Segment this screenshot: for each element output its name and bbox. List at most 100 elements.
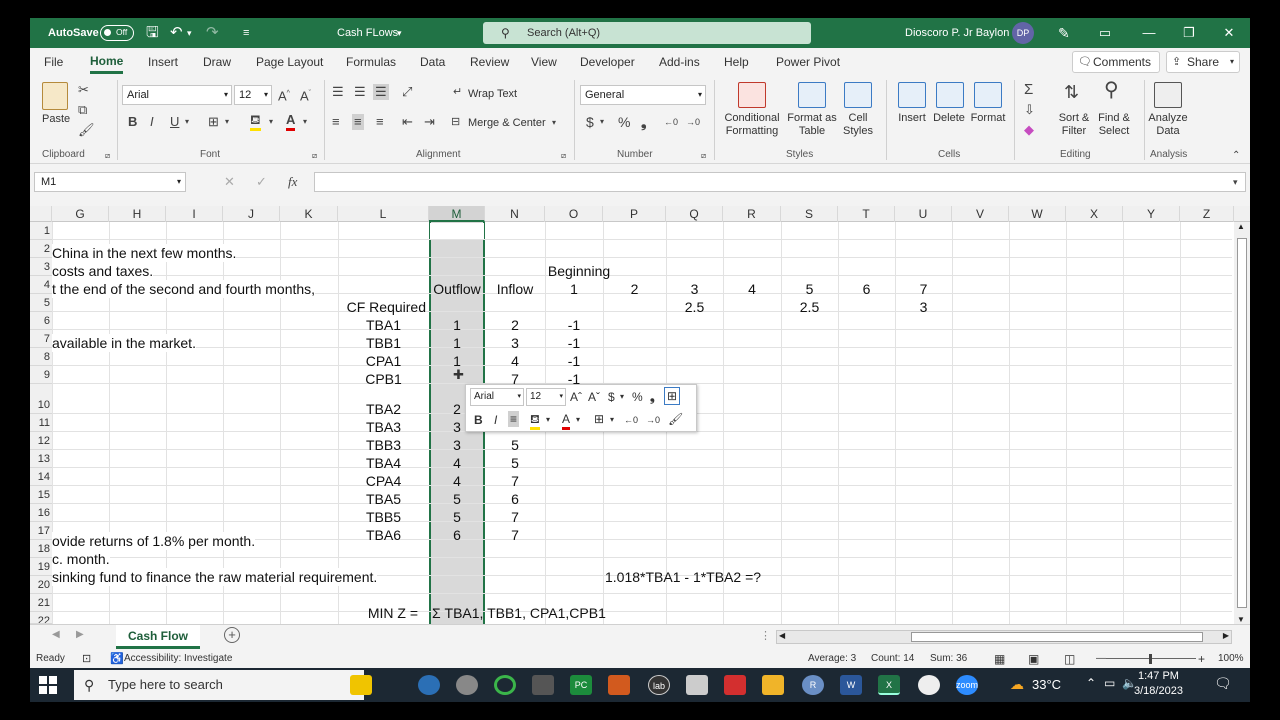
- photos-icon[interactable]: [686, 675, 708, 695]
- format-as-table-button[interactable]: Format as Table: [786, 112, 838, 138]
- cell-q5[interactable]: 2.5: [666, 298, 723, 316]
- scroll-down-icon[interactable]: ▼: [1237, 615, 1245, 624]
- decrease-indent-icon[interactable]: ⇤: [402, 114, 413, 130]
- decrease-decimal-icon[interactable]: →0: [686, 114, 700, 130]
- borders-icon[interactable]: ⊞: [208, 114, 219, 130]
- pycharm-icon[interactable]: PC: [570, 675, 592, 695]
- instrument-name[interactable]: TBB1: [338, 334, 429, 352]
- fill-color-icon[interactable]: ⛾: [250, 112, 261, 131]
- insert-cells-icon[interactable]: [898, 82, 926, 108]
- cell-m4[interactable]: Outflow: [429, 280, 485, 298]
- align-top-icon[interactable]: ☰: [332, 84, 344, 100]
- cell-p4[interactable]: 2: [603, 280, 666, 298]
- normal-view-icon[interactable]: ▦: [994, 650, 1005, 668]
- format-cells-icon[interactable]: [974, 82, 1002, 108]
- mini-center-icon[interactable]: ≡: [508, 411, 520, 427]
- name-box[interactable]: M1 ▾: [34, 172, 186, 192]
- italic-icon[interactable]: I: [150, 114, 154, 130]
- row-header[interactable]: 17: [30, 522, 52, 540]
- share-button[interactable]: ⇪ Share ▾: [1166, 51, 1240, 73]
- tray-chevron-icon[interactable]: ⌃: [1086, 676, 1096, 690]
- row-header[interactable]: 16: [30, 504, 52, 522]
- number-format-select[interactable]: General ▾: [580, 85, 706, 105]
- clock[interactable]: 1:47 PM 3/18/2023: [1134, 669, 1183, 699]
- conditional-formatting-icon[interactable]: [738, 82, 766, 108]
- wrap-text-button[interactable]: Wrap Text: [468, 88, 517, 101]
- cell-l21[interactable]: MIN Z =: [338, 604, 418, 622]
- horizontal-scrollbar[interactable]: ◀ ▶: [776, 630, 1232, 644]
- outflow-value[interactable]: 6: [429, 526, 485, 544]
- tab-page-layout[interactable]: Page Layout: [256, 48, 323, 76]
- mini-italic-icon[interactable]: I: [494, 412, 497, 428]
- inflow-value[interactable]: 2: [485, 316, 545, 334]
- cell-g2[interactable]: China in the next few months.: [52, 244, 237, 262]
- mini-increase-decimal-icon[interactable]: ←0: [624, 412, 638, 428]
- tab-file[interactable]: File: [44, 48, 63, 76]
- cell-u4[interactable]: 7: [895, 280, 952, 298]
- format-painter-icon[interactable]: 🖌: [78, 122, 95, 138]
- row-header[interactable]: 8: [30, 348, 52, 366]
- autosum-icon[interactable]: Σ: [1024, 82, 1033, 98]
- column-header[interactable]: U: [895, 206, 952, 222]
- undo-dropdown-icon[interactable]: ▾: [187, 18, 192, 48]
- mini-comma-icon[interactable]: ❟: [650, 389, 655, 405]
- tab-insert[interactable]: Insert: [148, 48, 178, 76]
- cell-n4[interactable]: Inflow: [485, 280, 545, 298]
- font-color-icon[interactable]: A: [286, 112, 296, 131]
- notifications-icon[interactable]: 🗨: [1214, 675, 1232, 692]
- outflow-value[interactable]: 1: [429, 334, 485, 352]
- cell-g4[interactable]: t the end of the second and fourth month…: [52, 280, 316, 298]
- mini-format-painter-icon[interactable]: 🖌: [668, 411, 683, 427]
- wrap-text-icon[interactable]: ↵: [453, 84, 462, 100]
- network-icon[interactable]: ▭: [1104, 676, 1115, 690]
- inflow-value[interactable]: 7: [485, 508, 545, 526]
- scroll-right-icon[interactable]: ▶: [1223, 631, 1229, 640]
- cell-u5[interactable]: 3: [895, 298, 952, 316]
- instrument-name[interactable]: TBA3: [338, 418, 429, 436]
- pdf-reader-icon[interactable]: [724, 675, 746, 695]
- add-sheet-icon[interactable]: +: [224, 627, 240, 643]
- zoom-out-icon[interactable]: —: [1096, 650, 1106, 668]
- column-header[interactable]: Q: [666, 206, 723, 222]
- taskbar-search[interactable]: ⚲ Type here to search: [74, 670, 364, 700]
- alignment-launcher-icon[interactable]: ⧄: [561, 148, 566, 164]
- underline-dropdown-icon[interactable]: ▾: [185, 114, 189, 130]
- excel-icon[interactable]: X: [878, 675, 900, 695]
- cell-t4[interactable]: 6: [838, 280, 895, 298]
- autosave-toggle[interactable]: Off: [100, 25, 134, 41]
- ribbon-display-icon[interactable]: ▭: [1086, 18, 1124, 48]
- sheet-tab-cash-flow[interactable]: Cash Flow: [116, 625, 200, 649]
- zoom-level[interactable]: 100%: [1218, 650, 1244, 668]
- find-select-button[interactable]: Find & Select: [1094, 112, 1134, 138]
- expand-formula-bar-icon[interactable]: ▾: [1233, 174, 1238, 190]
- mini-bold-icon[interactable]: B: [474, 412, 483, 428]
- page-break-view-icon[interactable]: ◫: [1064, 650, 1075, 668]
- align-right-icon[interactable]: ≡: [376, 114, 384, 130]
- mini-decrease-font-icon[interactable]: Aˇ: [588, 389, 600, 405]
- inflow-value[interactable]: 5: [485, 436, 545, 454]
- column-header[interactable]: J: [223, 206, 280, 222]
- select-all-corner[interactable]: [30, 206, 52, 222]
- macro-record-icon[interactable]: ⊡: [82, 650, 91, 668]
- mini-borders-icon[interactable]: ⊞: [594, 411, 604, 427]
- outflow-value[interactable]: 5: [429, 490, 485, 508]
- weather-icon[interactable]: ☁: [1010, 676, 1024, 693]
- clear-icon[interactable]: ◆: [1024, 122, 1034, 138]
- word-icon[interactable]: W: [840, 675, 862, 695]
- cell-p19[interactable]: 1.018*TBA1 - 1*TBA2 =?: [605, 568, 761, 586]
- orientation-icon[interactable]: ⤢: [402, 84, 412, 100]
- align-middle-icon[interactable]: ☰: [354, 84, 366, 100]
- collapse-ribbon-icon[interactable]: ⌃: [1232, 148, 1240, 164]
- confirm-entry-icon[interactable]: ✓: [256, 174, 267, 190]
- prev-sheet-icon[interactable]: ◀: [52, 629, 60, 640]
- inflow-value[interactable]: 6: [485, 490, 545, 508]
- undo-icon[interactable]: ↶: [170, 18, 183, 48]
- column-header[interactable]: S: [781, 206, 838, 222]
- conditional-formatting-button[interactable]: Conditional Formatting: [720, 112, 784, 138]
- column-header[interactable]: G: [52, 206, 109, 222]
- row-header[interactable]: 18: [30, 540, 52, 558]
- align-bottom-icon[interactable]: ☰: [373, 84, 389, 100]
- row-header[interactable]: 4: [30, 276, 52, 294]
- mini-font-color-icon[interactable]: A: [562, 411, 571, 430]
- file-name[interactable]: Cash FLows: [337, 18, 398, 48]
